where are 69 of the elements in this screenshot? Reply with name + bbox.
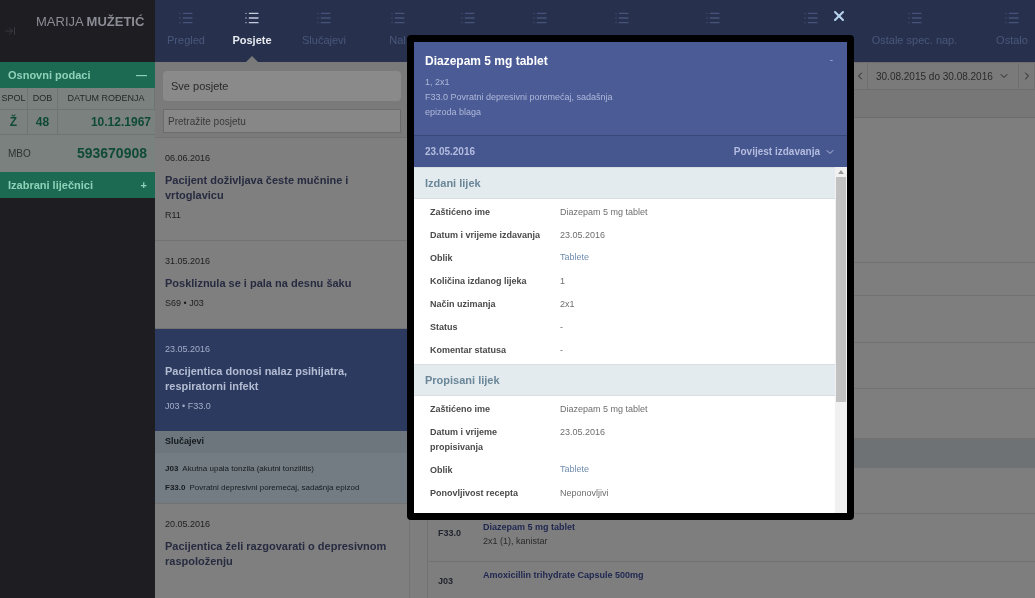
search-field[interactable]: Pretražite posjetu	[163, 109, 401, 133]
visit-filter-dropdown[interactable]: Sve posjete	[163, 71, 401, 101]
field-value: 1	[560, 275, 565, 288]
field-label: Količina izdanog lijeka	[430, 275, 528, 288]
cases-header: Slučajevi	[155, 431, 409, 453]
field-label: Oblik	[430, 464, 454, 477]
section-header[interactable]: Osnovni podaci —	[0, 62, 155, 88]
field-label: Način uzimanja	[430, 298, 497, 311]
field-label: Ponovljivost recepta	[430, 487, 520, 500]
scrollbar[interactable]	[835, 167, 847, 513]
field-label: Status	[430, 321, 459, 334]
scroll-up-icon[interactable]	[838, 170, 844, 174]
column-header: DOB	[28, 88, 58, 110]
case-item[interactable]: F33.0 Povratni depresivni poremećaj, sadašnja epizod	[155, 478, 409, 497]
field-value: 23.05.2016	[560, 229, 606, 242]
case-code: J03	[165, 462, 179, 475]
diagnosis-text: F33.0 Povratni depresivni poremećaj, sadašnja epizoda blaga	[425, 90, 614, 119]
list-icon[interactable]	[244, 10, 260, 26]
dose-text: 1, 2x1	[425, 76, 451, 89]
field-label: MBO	[8, 147, 31, 161]
visit-title: Pacijentica donosi nalaz psihijatra, respiratorni infekt	[165, 363, 349, 394]
medication-name: Amoxicillin trihydrate Capsule 500mg	[483, 569, 644, 582]
section-header: Propisani lijek	[414, 364, 835, 396]
visit-date: 06.06.2016	[165, 152, 212, 165]
visit-date: 23.05.2016	[165, 343, 212, 356]
visit-codes: R11	[165, 208, 182, 222]
field-label: Zaštićeno ime	[430, 403, 492, 416]
field-label: Oblik	[430, 252, 454, 265]
nav-tab[interactable]: Posjete	[232, 32, 272, 49]
dialog-title: Diazepam 5 mg tablet	[425, 53, 549, 70]
field-value: 593670908	[76, 144, 147, 163]
medication-dosage: 2x1 (1), kanistar	[483, 534, 549, 548]
case-text: Povratni depresivni poremećaj, sadašnja epizod	[189, 481, 360, 494]
visit-title: Poskliznula se i pala na desnu šaku	[165, 275, 353, 291]
history-dropdown[interactable]: Povijest izdavanja	[733, 144, 836, 159]
table-cell-text: 10.12.1967	[89, 114, 152, 131]
visit-codes: J03 • F33.0	[165, 399, 212, 413]
field-link[interactable]: Tablete	[560, 251, 590, 266]
field-value: 23.05.2016	[560, 426, 606, 439]
visit-codes: S69 • J03	[165, 296, 205, 310]
field-label: Datum i vrijeme propisivanja	[430, 426, 499, 454]
field-value: -	[560, 321, 563, 334]
section-header[interactable]: Izabrani liječnici +	[0, 172, 155, 198]
field-value: Diazepam 5 mg tablet	[560, 403, 648, 416]
diagnosis-code: J03	[437, 575, 455, 588]
diagnosis-code: F33.0	[437, 527, 462, 540]
column-header: SPOL	[0, 88, 28, 110]
case-item[interactable]: J03 Akutna upala tonzila (akutni tonzilitis)	[155, 459, 409, 478]
field-label: Datum i vrijeme izdavanja	[430, 229, 542, 242]
medication-name: Diazepam 5 mg tablet	[483, 521, 576, 534]
field-value: Diazepam 5 mg tablet	[560, 206, 648, 219]
field-value: Neponovljivi	[560, 487, 609, 500]
case-text: Akutna upala tonzila (akutni tonzilitis)	[182, 462, 314, 475]
visit-date: 20.05.2016	[165, 518, 212, 531]
case-code: F33.0	[165, 481, 186, 494]
section-header: Izdani lijek	[414, 167, 835, 199]
field-value: -	[560, 344, 563, 357]
field-label: Zaštićeno ime	[430, 206, 492, 219]
close-icon[interactable]	[831, 8, 847, 24]
field-link[interactable]: Tablete	[560, 463, 590, 478]
field-value: 2x1	[560, 298, 575, 311]
collapse-icon[interactable]	[4, 25, 16, 37]
dialog-date: 23.05.2016	[425, 145, 476, 159]
patient-name: MARIJA MUŽETIĆ	[36, 13, 145, 31]
visit-date: 31.05.2016	[165, 255, 212, 268]
visit-title: Pacijent doživljava česte mučnine i vrtoglavicu	[165, 172, 350, 203]
field-label: Komentar statusa	[430, 344, 508, 357]
visit-item[interactable]: 23.05.2016 Pacijentica donosi nalaz psihijatra, respiratorni infekt J03 • F33.0	[155, 329, 409, 431]
visit-title: Pacijentica želi razgovarati o depresivnom raspoloženju	[165, 538, 388, 569]
